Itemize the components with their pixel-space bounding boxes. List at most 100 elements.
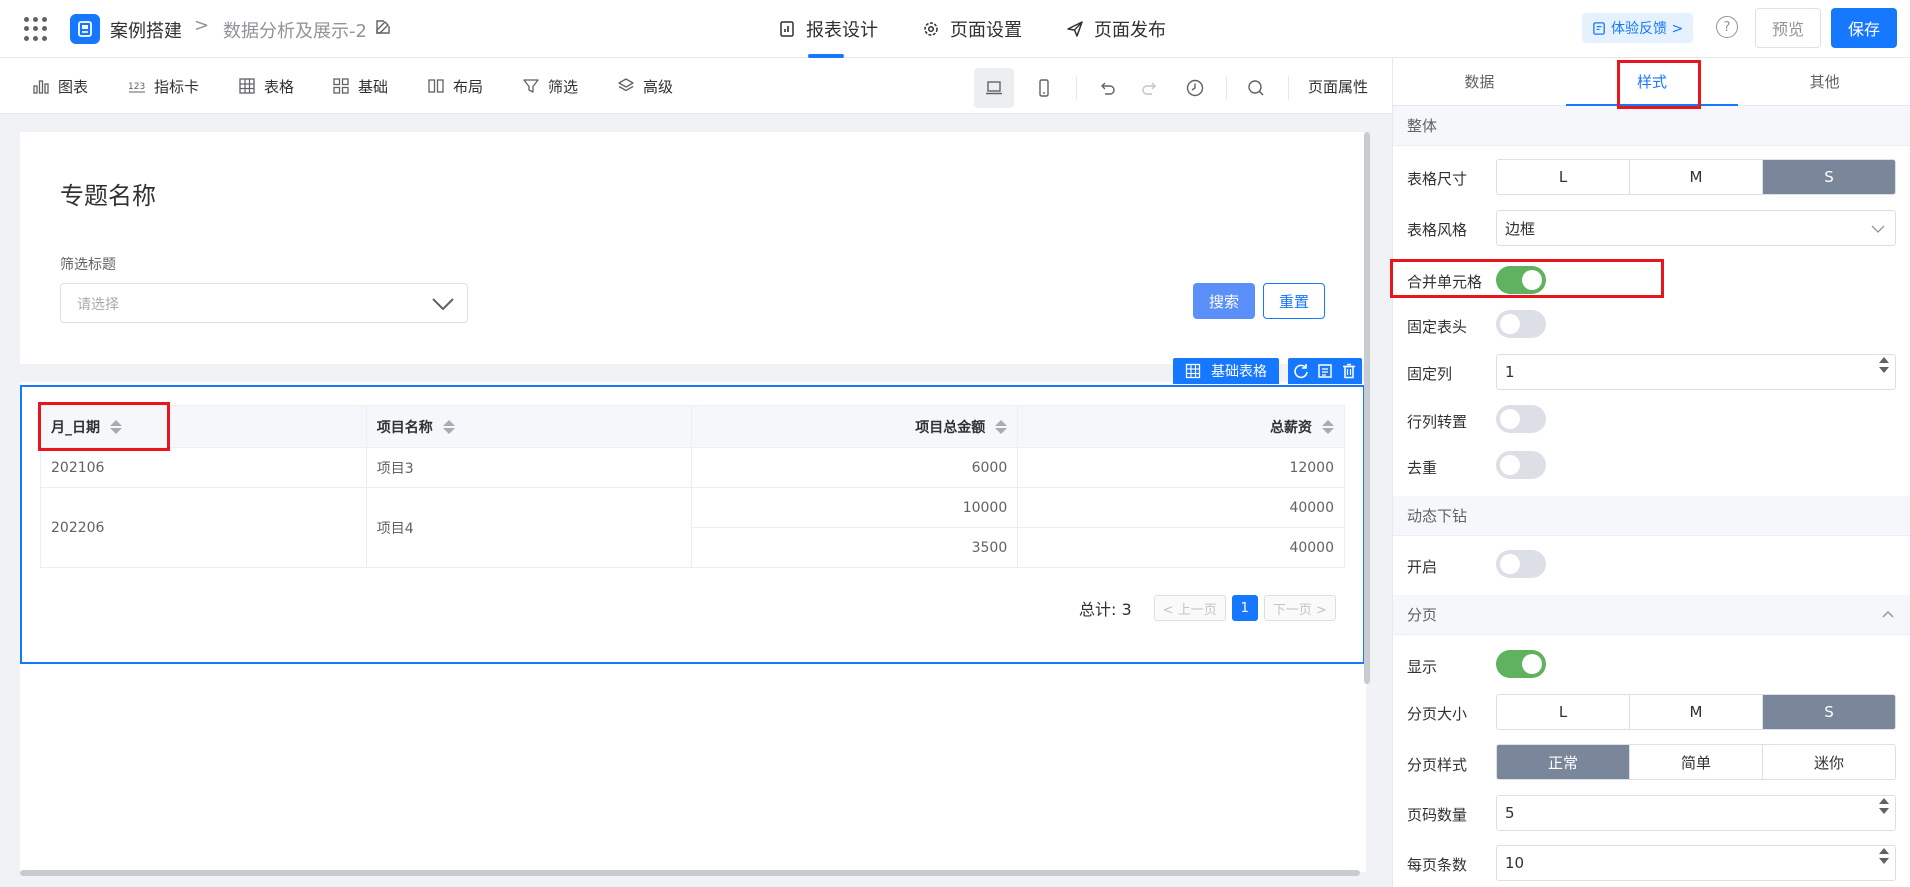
col-header-project[interactable]: 项目名称 [365, 405, 693, 448]
per-page-input[interactable]: 10 [1496, 845, 1896, 881]
fixed-column-input[interactable]: 1 [1496, 354, 1896, 390]
toolbar-table[interactable]: 表格 [238, 58, 294, 114]
page-style-option-simple[interactable]: 简单 [1630, 745, 1763, 779]
sort-icon[interactable] [442, 419, 455, 434]
mobile-view-button[interactable] [1024, 68, 1064, 108]
toolbar-filter[interactable]: 筛选 [522, 58, 578, 114]
number-stepper[interactable] [1879, 357, 1889, 373]
toolbar-chart[interactable]: 图表 [32, 58, 88, 114]
undo-icon [1101, 82, 1115, 95]
table-header-row: 月_日期 项目名称 项目总金额 总薪资 [40, 405, 1345, 448]
page-count-value: 5 [1505, 804, 1515, 822]
table-style-select[interactable]: 边框 [1496, 210, 1896, 246]
redo-button[interactable] [1130, 68, 1170, 108]
table-widget[interactable]: 月_日期 项目名称 项目总金额 总薪资 202106 项目3 6000 1200… [20, 385, 1365, 664]
tab-page-publish[interactable]: 页面发布 [1064, 0, 1168, 58]
desktop-view-button[interactable] [974, 68, 1014, 108]
tab-report-design[interactable]: 报表设计 [776, 0, 880, 58]
cell-date: 202206 [40, 487, 367, 568]
laptop-icon [986, 81, 1002, 95]
toolbar-basic[interactable]: 基础 [332, 58, 388, 114]
page-size-option-s[interactable]: S [1763, 695, 1895, 729]
toolbar-advanced[interactable]: 高级 [617, 58, 673, 114]
page-style-option-normal[interactable]: 正常 [1497, 745, 1630, 779]
cell-amount: 3500 [691, 527, 1019, 568]
dedupe-switch[interactable] [1496, 451, 1546, 479]
basic-grid-icon [333, 78, 349, 94]
number-stepper[interactable] [1879, 798, 1889, 814]
drill-enable-label: 开启 [1407, 558, 1438, 576]
topic-title[interactable]: 专题名称 [60, 176, 156, 211]
col-header-amount[interactable]: 项目总金额 [691, 405, 1019, 448]
size-option-l[interactable]: L [1497, 160, 1630, 194]
transpose-switch[interactable] [1496, 405, 1546, 433]
toolbar-metric-card[interactable]: 123 指标卡 [128, 58, 199, 114]
tab-data[interactable]: 数据 [1393, 58, 1566, 105]
section-paging[interactable]: 分页 [1393, 595, 1910, 635]
number-stepper[interactable] [1879, 848, 1889, 864]
sort-icon[interactable] [1322, 419, 1334, 434]
table-icon [239, 78, 255, 94]
col-header-salary[interactable]: 总薪资 [1017, 405, 1345, 448]
page-style-option-mini[interactable]: 迷你 [1763, 745, 1895, 779]
widget-tag-label: 基础表格 [1211, 364, 1267, 380]
feedback-icon [1593, 21, 1605, 35]
table-row: 202206 项目4 10000 40000 [40, 487, 1345, 568]
cell-date: 202106 [40, 447, 367, 488]
toolbar-label: 表格 [264, 77, 295, 96]
col-header-date[interactable]: 月_日期 [40, 405, 367, 448]
save-button[interactable]: 保存 [1831, 8, 1897, 48]
page-number-button[interactable]: 1 [1231, 595, 1258, 621]
prev-page-button[interactable]: < 上一页 [1153, 595, 1226, 621]
sort-icon[interactable] [110, 419, 122, 434]
size-option-s[interactable]: S [1763, 160, 1895, 194]
reset-button[interactable]: 重置 [1263, 283, 1325, 319]
filter-label: 筛选标题 [60, 257, 116, 273]
top-header: 案例搭建 > 数据分析及展示-2 报表设计 页面设置 页面发布 体验反馈 > ?… [0, 0, 1910, 58]
search-button[interactable] [1236, 68, 1276, 108]
tab-page-settings[interactable]: 页面设置 [920, 0, 1024, 58]
help-icon[interactable]: ? [1716, 16, 1738, 38]
gear-icon [924, 22, 938, 36]
metric-card-icon: 123 [128, 82, 145, 93]
page-size-option-l[interactable]: L [1497, 695, 1630, 729]
send-icon [1067, 21, 1083, 37]
preview-button[interactable]: 预览 [1755, 8, 1821, 48]
cell-amount: 6000 [691, 447, 1019, 488]
pagination: 总计: 3 < 上一页 1 下一页 > [1079, 595, 1336, 621]
paging-show-switch[interactable] [1496, 650, 1546, 678]
refresh-icon[interactable] [1292, 362, 1310, 380]
drill-enable-switch[interactable] [1496, 550, 1546, 578]
feedback-button[interactable]: 体验反馈 > [1582, 13, 1694, 43]
canvas-horizontal-scrollbar[interactable] [20, 870, 1360, 876]
toolbar-layout[interactable]: 布局 [427, 58, 483, 114]
table-icon [1185, 363, 1201, 379]
breadcrumb-app[interactable]: 案例搭建 [110, 17, 182, 43]
copy-icon[interactable] [1316, 362, 1334, 380]
next-page-button[interactable]: 下一页 > [1263, 595, 1336, 621]
size-option-m[interactable]: M [1630, 160, 1763, 194]
app-logo-icon [70, 14, 100, 44]
tab-style[interactable]: 样式 [1565, 58, 1739, 106]
app-grid-icon[interactable] [24, 17, 48, 41]
canvas-vertical-scrollbar[interactable] [1364, 132, 1370, 684]
history-button[interactable] [1175, 68, 1215, 108]
page-properties-button[interactable]: 页面属性 [1308, 76, 1368, 97]
section-overall: 整体 [1393, 106, 1910, 146]
edit-icon[interactable] [374, 18, 392, 36]
filter-select[interactable]: 请选择 [60, 283, 468, 323]
merge-cells-switch[interactable] [1496, 266, 1546, 294]
toolbar-label: 高级 [643, 77, 674, 96]
chevron-down-icon [432, 298, 454, 311]
trash-icon[interactable] [1340, 362, 1358, 380]
redo-icon [1142, 82, 1156, 95]
fixed-header-switch[interactable] [1496, 310, 1546, 338]
chevron-up-icon[interactable] [1881, 607, 1895, 621]
page-count-input[interactable]: 5 [1496, 795, 1896, 831]
undo-button[interactable] [1087, 68, 1127, 108]
sort-icon[interactable] [995, 419, 1008, 434]
search-button[interactable]: 搜索 [1193, 283, 1255, 319]
layers-icon [618, 78, 634, 92]
page-size-option-m[interactable]: M [1630, 695, 1763, 729]
tab-other[interactable]: 其他 [1738, 58, 1910, 105]
